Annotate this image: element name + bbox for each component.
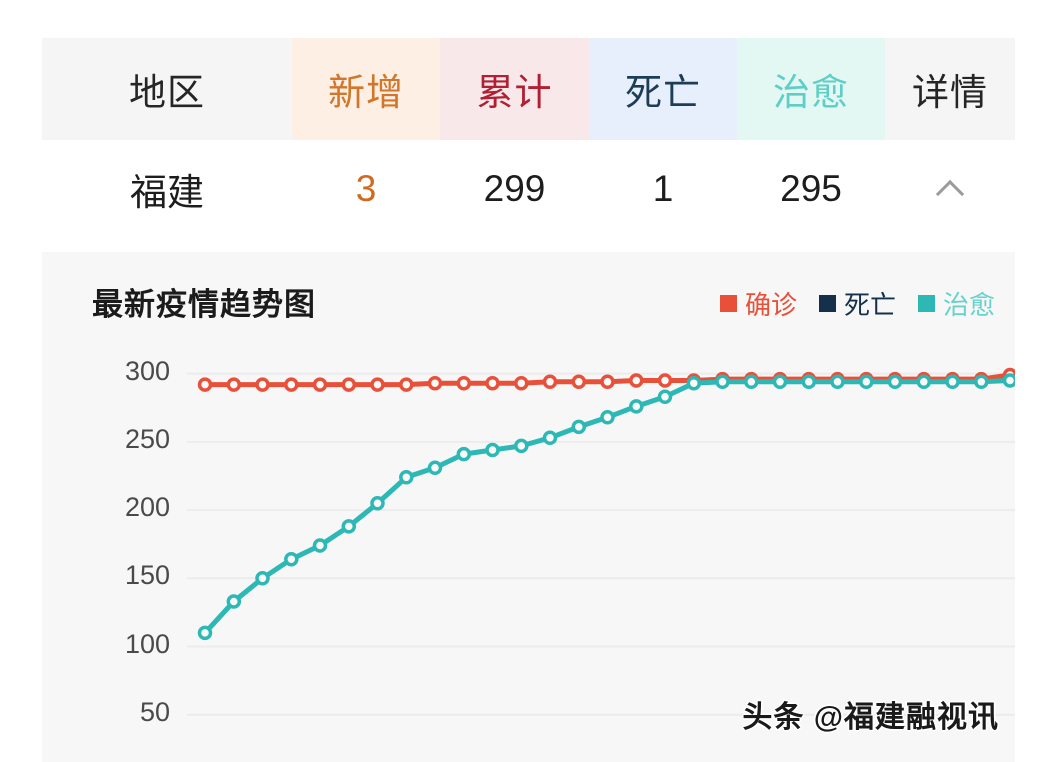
column-header-detail-label: 详情 xyxy=(912,72,988,113)
legend-item-deaths[interactable]: 死亡 xyxy=(818,285,896,322)
page-root: 地区 新增 累计 死亡 治愈 详情 福建 3 299 1 295 最新疫情趋势图… xyxy=(42,0,1015,762)
data-point-marker[interactable] xyxy=(456,375,472,391)
data-point-marker[interactable] xyxy=(226,594,242,609)
legend-swatch-confirmed xyxy=(719,295,737,312)
data-point-marker[interactable] xyxy=(341,377,357,392)
legend-label-cured: 治愈 xyxy=(942,290,995,320)
table-row[interactable]: 福建 3 299 1 295 xyxy=(42,140,1015,238)
data-point-marker[interactable] xyxy=(629,373,644,388)
data-point-marker[interactable] xyxy=(370,496,385,511)
y-axis-tick-label: 200 xyxy=(124,492,170,523)
trend-chart-panel: 最新疫情趋势图 确诊 死亡 治愈 300 250 200 150 100 50 xyxy=(42,252,1015,762)
data-point-marker[interactable] xyxy=(284,377,299,392)
data-point-marker[interactable] xyxy=(974,374,989,390)
chart-legend: 确诊 死亡 治愈 xyxy=(719,285,995,322)
column-header-cured[interactable]: 治愈 xyxy=(737,38,885,140)
legend-item-confirmed[interactable]: 确诊 xyxy=(719,285,797,322)
column-header-cured-label: 治愈 xyxy=(773,72,849,113)
chevron-up-icon[interactable] xyxy=(937,176,963,202)
cell-region: 福建 xyxy=(42,140,292,238)
data-point-marker[interactable] xyxy=(859,374,874,390)
data-point-marker[interactable] xyxy=(1002,373,1016,388)
legend-swatch-cured xyxy=(917,295,935,312)
data-point-marker[interactable] xyxy=(887,374,903,390)
data-point-marker[interactable] xyxy=(744,374,759,390)
data-point-marker[interactable] xyxy=(255,571,270,586)
legend-label-confirmed: 确诊 xyxy=(744,290,797,320)
cell-cured: 295 xyxy=(737,140,885,238)
y-axis-tick-label: 150 xyxy=(124,560,170,591)
data-point-marker[interactable] xyxy=(485,375,500,391)
data-point-marker[interactable] xyxy=(916,374,932,390)
data-point-marker[interactable] xyxy=(571,419,587,435)
y-axis-tick-label: 100 xyxy=(124,628,170,659)
data-point-marker[interactable] xyxy=(341,519,357,534)
data-point-marker[interactable] xyxy=(542,430,558,446)
chart-header: 最新疫情趋势图 确诊 死亡 治愈 xyxy=(42,252,1015,340)
column-header-detail[interactable]: 详情 xyxy=(885,38,1015,140)
data-point-marker[interactable] xyxy=(456,446,472,462)
column-header-death[interactable]: 死亡 xyxy=(589,38,737,140)
data-point-marker[interactable] xyxy=(370,377,385,392)
legend-item-cured[interactable]: 治愈 xyxy=(917,285,995,322)
data-point-marker[interactable] xyxy=(399,470,414,485)
y-axis-tick-label: 250 xyxy=(124,423,170,454)
column-header-region[interactable]: 地区 xyxy=(42,38,292,140)
data-point-marker[interactable] xyxy=(255,377,270,392)
cell-detail-toggle[interactable] xyxy=(885,140,1015,238)
data-point-marker[interactable] xyxy=(830,374,845,390)
data-point-marker[interactable] xyxy=(686,375,702,391)
chart-title: 最新疫情趋势图 xyxy=(92,287,316,322)
column-header-total-label: 累计 xyxy=(476,72,553,113)
data-point-marker[interactable] xyxy=(571,374,587,390)
data-point-marker[interactable] xyxy=(485,442,500,458)
data-point-marker[interactable] xyxy=(657,389,673,405)
data-point-marker[interactable] xyxy=(312,538,328,553)
data-point-marker[interactable] xyxy=(657,373,673,388)
column-header-total[interactable]: 累计 xyxy=(440,38,589,140)
data-point-marker[interactable] xyxy=(542,374,558,390)
column-header-new-label: 新增 xyxy=(328,72,404,113)
data-point-marker[interactable] xyxy=(945,374,960,390)
data-point-marker[interactable] xyxy=(427,460,443,476)
legend-label-deaths: 死亡 xyxy=(843,290,896,320)
watermark: 头条 @福建融视讯 xyxy=(742,701,999,734)
data-point-marker[interactable] xyxy=(600,374,615,390)
data-point-marker[interactable] xyxy=(427,375,443,391)
series-治愈 xyxy=(197,373,1016,641)
data-point-marker[interactable] xyxy=(197,625,213,641)
column-header-death-label: 死亡 xyxy=(625,72,701,113)
y-axis-tick-label: 50 xyxy=(139,696,170,727)
data-point-marker[interactable] xyxy=(312,377,328,392)
data-point-marker[interactable] xyxy=(715,374,730,390)
column-header-new[interactable]: 新增 xyxy=(292,38,440,140)
data-point-marker[interactable] xyxy=(284,551,299,567)
data-point-marker[interactable] xyxy=(514,438,529,454)
province-table: 地区 新增 累计 死亡 治愈 详情 福建 3 299 1 295 xyxy=(42,38,1015,238)
column-header-region-label: 地区 xyxy=(129,72,205,113)
data-point-marker[interactable] xyxy=(600,410,615,425)
data-point-marker[interactable] xyxy=(801,374,817,390)
cell-deaths: 1 xyxy=(589,140,737,238)
data-point-marker[interactable] xyxy=(629,399,644,414)
cell-total-cases: 299 xyxy=(440,140,589,238)
table-header-row: 地区 新增 累计 死亡 治愈 详情 xyxy=(42,38,1015,140)
data-point-marker[interactable] xyxy=(772,374,788,390)
cell-new-cases: 3 xyxy=(292,140,440,238)
data-point-marker[interactable] xyxy=(514,375,529,391)
y-axis-tick-label: 300 xyxy=(124,355,170,386)
data-point-marker[interactable] xyxy=(197,377,213,392)
data-point-marker[interactable] xyxy=(226,377,242,392)
legend-swatch-deaths xyxy=(818,295,836,312)
data-point-marker[interactable] xyxy=(399,377,414,392)
